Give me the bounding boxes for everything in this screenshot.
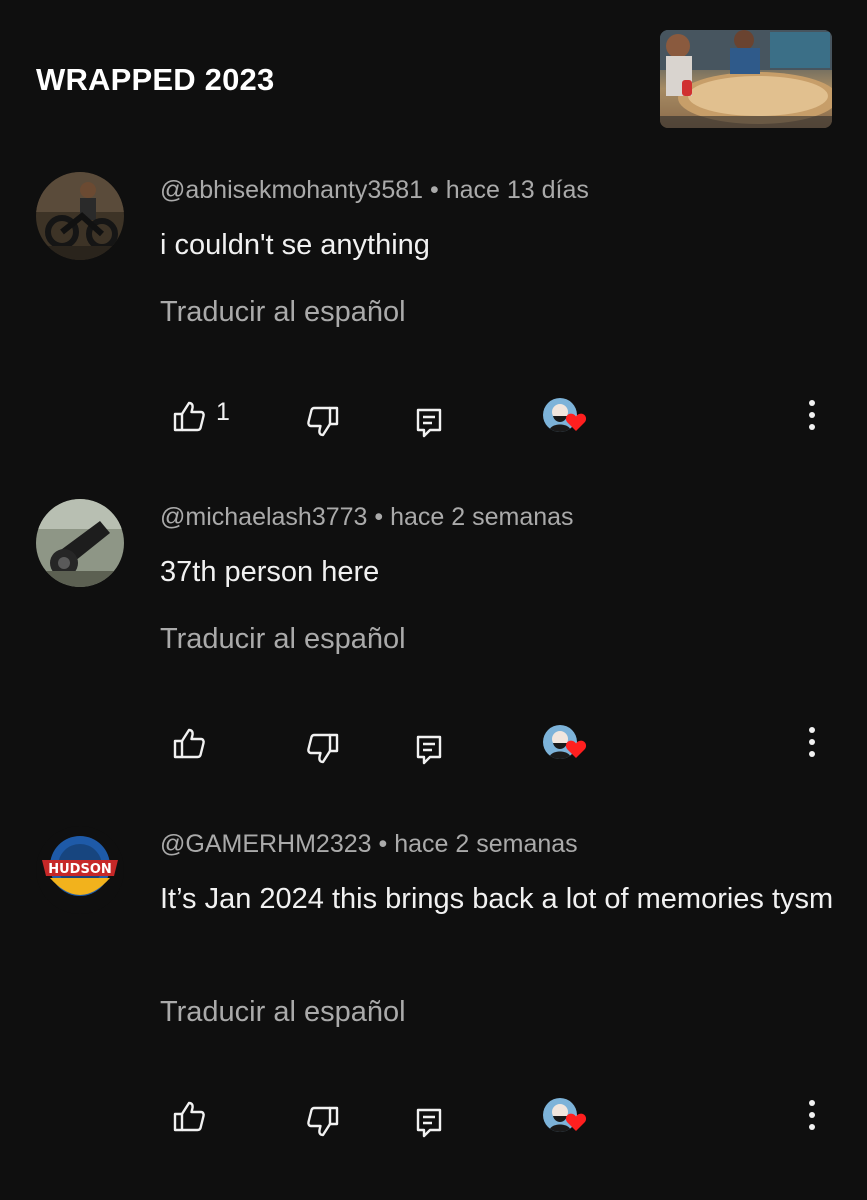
- like-button[interactable]: [172, 400, 206, 432]
- thumbs-down-icon: [307, 1106, 339, 1137]
- thumbs-up-icon: [173, 401, 205, 432]
- meta-separator: •: [374, 503, 391, 531]
- comment-text: It’s Jan 2024 this brings back a lot of …: [160, 883, 834, 915]
- comment-meta: @michaelash3773 • hace 2 semanas: [160, 503, 574, 532]
- dislike-button[interactable]: [306, 1106, 340, 1138]
- comment-meta: @GAMERHM2323 • hace 2 semanas: [160, 830, 578, 859]
- meta-separator: •: [430, 176, 446, 204]
- avatar-badge-text: HUDSON: [48, 862, 112, 877]
- more-options-button[interactable]: [800, 1098, 824, 1132]
- dislike-button[interactable]: [306, 733, 340, 765]
- translate-link[interactable]: Traducir al español: [160, 996, 406, 1029]
- creator-heart: [543, 725, 589, 767]
- reply-button[interactable]: [416, 735, 442, 765]
- video-header: WRAPPED 2023: [0, 0, 867, 140]
- author-name[interactable]: @michaelash3773: [160, 503, 367, 531]
- more-options-button[interactable]: [800, 725, 824, 759]
- heart-icon: [565, 1113, 587, 1131]
- timestamp: hace 2 semanas: [390, 503, 574, 531]
- video-thumbnail[interactable]: [660, 30, 832, 128]
- comment-text: 37th person here: [160, 556, 380, 588]
- reply-icon: [416, 408, 442, 438]
- meta-separator: •: [378, 830, 395, 858]
- reply-button[interactable]: [416, 408, 442, 438]
- creator-heart: [543, 1098, 589, 1140]
- like-button[interactable]: [172, 727, 206, 759]
- reply-icon: [416, 735, 442, 765]
- dislike-button[interactable]: [306, 406, 340, 438]
- heart-icon: [565, 413, 587, 431]
- author-name[interactable]: @GAMERHM2323: [160, 830, 372, 858]
- like-count: 1: [216, 398, 230, 426]
- heart-icon: [565, 740, 587, 758]
- like-button[interactable]: [172, 1100, 206, 1132]
- comment-text: i couldn't se anything: [160, 229, 430, 261]
- comment-actions: [0, 725, 867, 775]
- thumbs-up-icon: [173, 728, 205, 759]
- timestamp: hace 2 semanas: [394, 830, 578, 858]
- creator-heart: [543, 398, 589, 440]
- avatar[interactable]: [36, 499, 124, 587]
- comment-actions: 1: [0, 398, 867, 448]
- video-title: WRAPPED 2023: [36, 62, 275, 97]
- reply-button[interactable]: [416, 1108, 442, 1138]
- translate-link[interactable]: Traducir al español: [160, 623, 406, 656]
- avatar[interactable]: HUDSON: [36, 826, 124, 914]
- comment-meta: @abhisekmohanty3581 • hace 13 días: [160, 176, 589, 205]
- timestamp: hace 13 días: [445, 176, 589, 204]
- thumbs-down-icon: [307, 406, 339, 437]
- thumbs-up-icon: [173, 1101, 205, 1132]
- comment-actions: [0, 1098, 867, 1148]
- thumbs-down-icon: [307, 733, 339, 764]
- translate-link[interactable]: Traducir al español: [160, 296, 406, 329]
- avatar[interactable]: [36, 172, 124, 260]
- author-name[interactable]: @abhisekmohanty3581: [160, 176, 423, 204]
- more-options-button[interactable]: [800, 398, 824, 432]
- reply-icon: [416, 1108, 442, 1138]
